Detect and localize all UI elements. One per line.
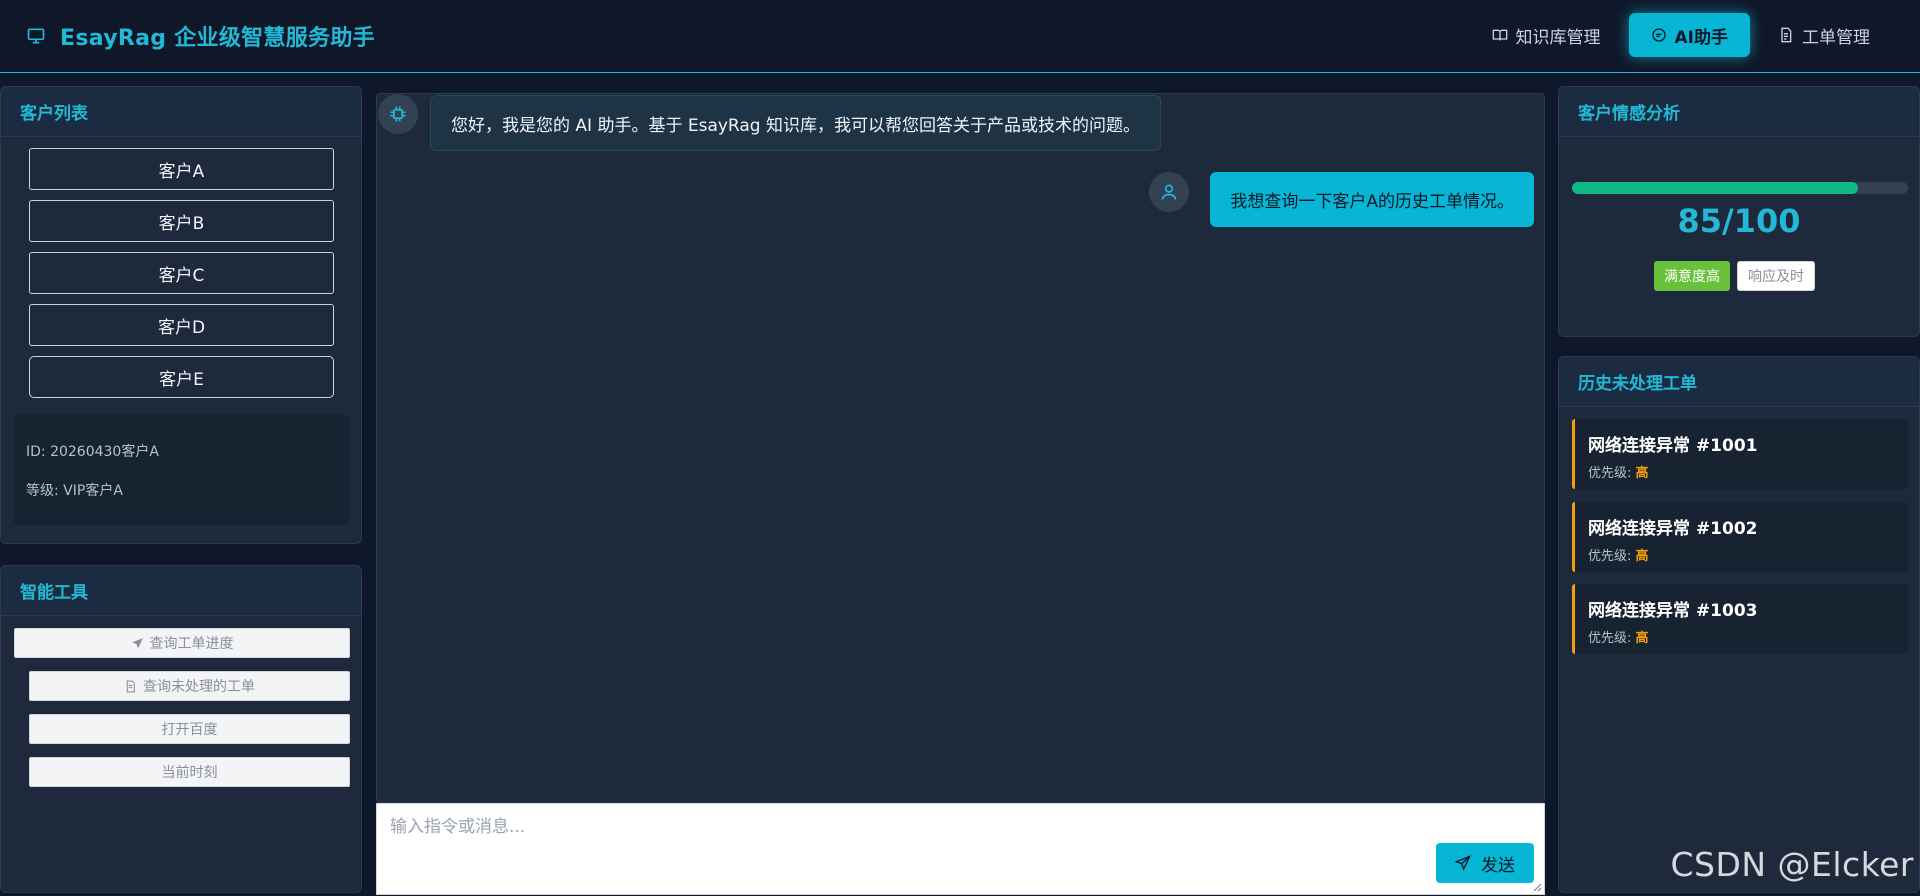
- ticket-card[interactable]: 网络连接异常 #1002 优先级: 高: [1572, 502, 1908, 572]
- customer-id: ID: 20260430客户A: [26, 444, 159, 460]
- ticket-title: 网络连接异常 #1001: [1588, 436, 1758, 456]
- customer-button-c[interactable]: 客户C: [29, 252, 334, 294]
- ticket-title: 网络连接异常 #1003: [1588, 601, 1758, 621]
- customer-info-card: ID: 20260430客户A 等级: VIP客户A: [14, 415, 350, 525]
- tool-label: 打开百度: [161, 722, 218, 738]
- ai-message-bubble: 您好，我是您的 AI 助手。基于 EsayRag 知识库，我可以帮您回答关于产品…: [430, 95, 1161, 151]
- document-icon: [1781, 27, 1792, 43]
- pending-tickets-panel: 历史未处理工单 网络连接异常 #1001 优先级: 高 网络连接异常 #1002…: [1558, 356, 1920, 893]
- tool-query-ticket-progress[interactable]: 查询工单进度: [14, 628, 350, 658]
- user-icon: [1161, 184, 1177, 200]
- tool-query-unprocessed[interactable]: 查询未处理的工单: [29, 671, 350, 701]
- main-nav: 知识库管理 AI助手 工单管理: [1464, 13, 1892, 57]
- nav-label: 工单管理: [1802, 27, 1870, 48]
- ai-avatar: [378, 94, 418, 134]
- watermark: CSDN @Elcker: [1670, 845, 1914, 884]
- priority-value: 高: [1635, 549, 1649, 564]
- smart-tools-title: 智能工具: [1, 566, 361, 616]
- ticket-card[interactable]: 网络连接异常 #1001 优先级: 高: [1572, 419, 1908, 489]
- document-icon: [126, 680, 135, 692]
- satisfaction-progress: [1572, 182, 1908, 194]
- tool-label: 查询工单进度: [149, 636, 234, 652]
- brand: EsayRag 企业级智慧服务助手: [26, 20, 375, 52]
- message-composer[interactable]: 输入指令或消息... 发送: [376, 803, 1545, 895]
- sentiment-panel: 客户情感分析 85/100 满意度高 响应及时: [1558, 86, 1920, 337]
- message-input[interactable]: 输入指令或消息...: [390, 812, 525, 837]
- customer-button-d[interactable]: 客户D: [29, 304, 334, 346]
- monitor-icon: [27, 28, 45, 44]
- user-avatar: [1149, 172, 1189, 212]
- nav-label: 知识库管理: [1515, 27, 1601, 48]
- customer-level: 等级: VIP客户A: [26, 483, 123, 499]
- send-icon: [1455, 855, 1471, 871]
- book-open-icon: [1492, 29, 1507, 41]
- tag-timely-response: 响应及时: [1737, 261, 1815, 291]
- customer-list-title: 客户列表: [1, 87, 361, 137]
- satisfaction-score: 85/100: [1677, 202, 1801, 240]
- customer-button-a[interactable]: 客户A: [29, 148, 334, 190]
- tool-label: 当前时刻: [161, 765, 218, 781]
- send-label: 发送: [1481, 855, 1515, 876]
- smart-tools-panel: 智能工具 查询工单进度 查询未处理的工单 打开百度 当前时刻: [0, 565, 362, 893]
- chip-icon: [390, 106, 406, 122]
- satisfaction-progress-fill: [1572, 182, 1858, 194]
- tag-high-satisfaction: 满意度高: [1654, 261, 1730, 291]
- brand-title: EsayRag 企业级智慧服务助手: [60, 26, 375, 51]
- chat-bubble-icon: [1651, 28, 1666, 42]
- ticket-card[interactable]: 网络连接异常 #1003 优先级: 高: [1572, 584, 1908, 654]
- customer-list-panel: 客户列表 客户A 客户B 客户C 客户D 客户E ID: 20260430客户A…: [0, 86, 362, 544]
- customer-button-e[interactable]: 客户E: [29, 356, 334, 398]
- resize-handle-icon[interactable]: [1532, 882, 1542, 892]
- chat-area[interactable]: 您好，我是您的 AI 助手。基于 EsayRag 知识库，我可以帮您回答关于产品…: [376, 93, 1545, 803]
- priority-value: 高: [1635, 466, 1649, 481]
- nav-knowledge-base[interactable]: 知识库管理: [1470, 13, 1623, 57]
- priority-label: 优先级:: [1588, 466, 1636, 481]
- top-header: EsayRag 企业级智慧服务助手 知识库管理 AI助手 工单管理: [0, 0, 1920, 73]
- nav-label: AI助手: [1674, 27, 1728, 48]
- tool-open-baidu[interactable]: 打开百度: [29, 714, 350, 744]
- nav-ticket-management[interactable]: 工单管理: [1756, 13, 1892, 57]
- ticket-priority: 优先级: 高: [1588, 627, 1895, 646]
- priority-label: 优先级:: [1588, 631, 1636, 646]
- tool-label: 查询未处理的工单: [143, 679, 255, 695]
- sentiment-title: 客户情感分析: [1559, 87, 1919, 137]
- ticket-title: 网络连接异常 #1002: [1588, 519, 1758, 539]
- user-message-bubble: 我想查询一下客户A的历史工单情况。: [1210, 172, 1534, 227]
- priority-value: 高: [1635, 631, 1649, 646]
- customer-button-b[interactable]: 客户B: [29, 200, 334, 242]
- ticket-priority: 优先级: 高: [1588, 545, 1895, 564]
- priority-label: 优先级:: [1588, 549, 1636, 564]
- nav-ai-assistant[interactable]: AI助手: [1628, 13, 1750, 57]
- send-button[interactable]: 发送: [1436, 843, 1534, 883]
- pending-tickets-title: 历史未处理工单: [1559, 357, 1919, 407]
- ticket-priority: 优先级: 高: [1588, 462, 1895, 481]
- tool-current-time[interactable]: 当前时刻: [29, 757, 350, 787]
- send-icon: [131, 637, 143, 648]
